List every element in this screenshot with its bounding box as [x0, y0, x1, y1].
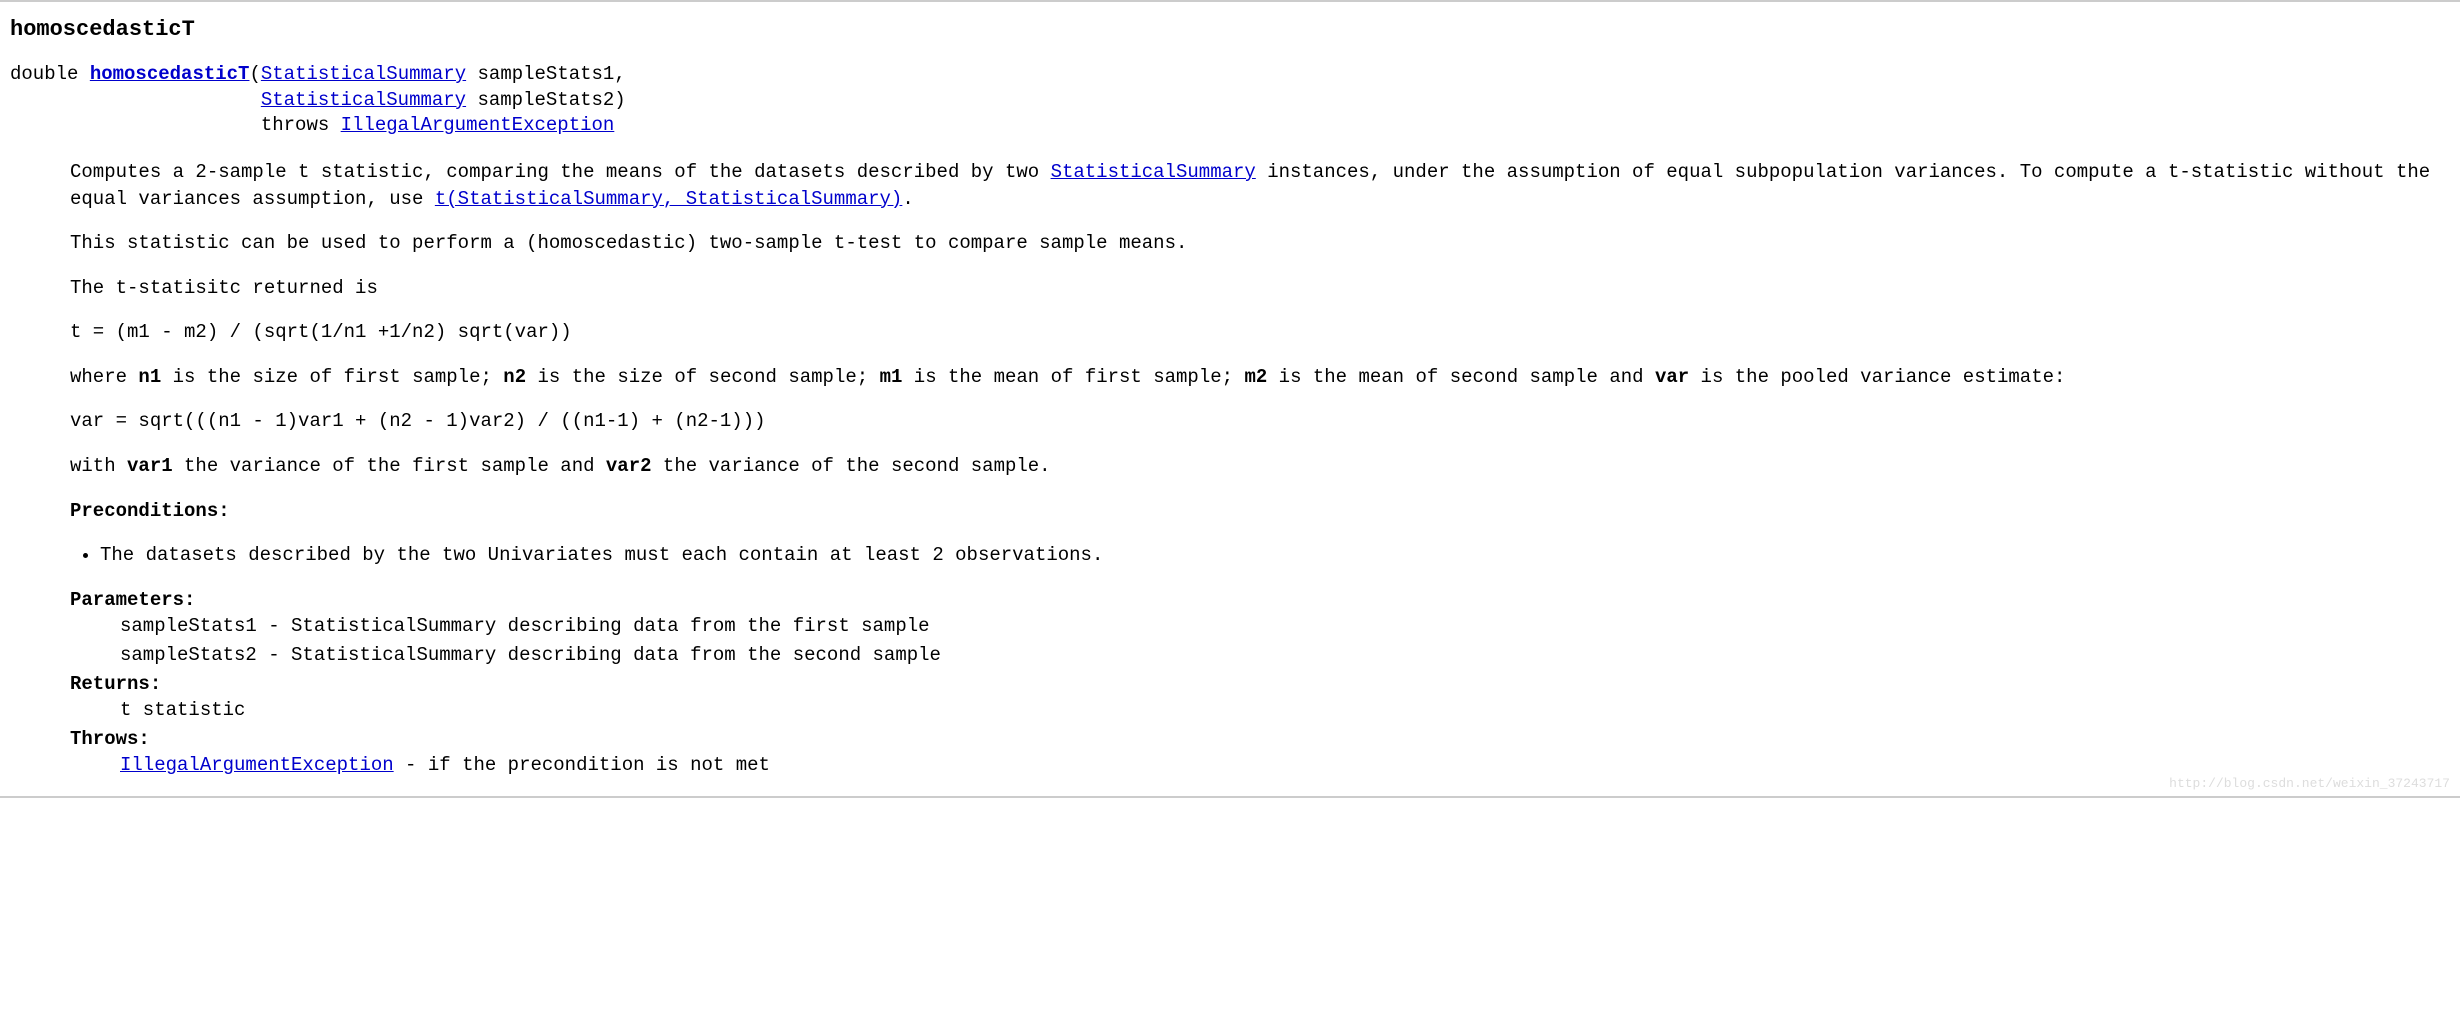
method-title: homoscedasticT [10, 17, 2450, 42]
statistical-summary-link[interactable]: StatisticalSummary [1051, 161, 1256, 183]
param2-type-link[interactable]: StatisticalSummary [261, 89, 466, 111]
throws-type-link[interactable]: IllegalArgumentException [341, 114, 615, 136]
parameter-2: sampleStats2 - StatisticalSummary descri… [120, 642, 2450, 669]
desc-paragraph-4: where n1 is the size of first sample; n2… [70, 364, 2450, 391]
precondition-item: The datasets described by the two Univar… [100, 542, 2450, 569]
definition-list: Parameters: sampleStats1 - StatisticalSu… [70, 587, 2450, 779]
parameter-1: sampleStats1 - StatisticalSummary descri… [120, 613, 2450, 640]
desc-text: the variance of the first sample and [173, 455, 606, 477]
desc-text: the variance of the second sample. [652, 455, 1051, 477]
param2-indent [10, 89, 261, 111]
param1-type-link[interactable]: StatisticalSummary [261, 63, 466, 85]
var-m1: m1 [880, 366, 903, 388]
method-signature: double homoscedasticT(StatisticalSummary… [10, 62, 2450, 139]
preconditions-list: The datasets described by the two Univar… [70, 542, 2450, 569]
illegal-argument-exception-link[interactable]: IllegalArgumentException [120, 754, 394, 776]
method-description: Computes a 2-sample t statistic, compari… [70, 159, 2450, 779]
t-method-link[interactable]: t(StatisticalSummary, StatisticalSummary… [435, 188, 902, 210]
desc-text: is the size of first sample; [161, 366, 503, 388]
desc-paragraph-3: The t-statisitc returned is [70, 275, 2450, 302]
throws-value: IllegalArgumentException - if the precon… [120, 752, 2450, 779]
desc-text: Computes a 2-sample t statistic, compari… [70, 161, 1051, 183]
desc-text: is the mean of first sample; [902, 366, 1244, 388]
method-name-link[interactable]: homoscedasticT [90, 63, 250, 85]
param1-name: sampleStats1, [466, 63, 626, 85]
throws-indent: throws [10, 114, 341, 136]
var-n1: n1 [138, 366, 161, 388]
var-var: var [1655, 366, 1689, 388]
desc-text: is the size of second sample; [526, 366, 879, 388]
desc-text: where [70, 366, 138, 388]
formula-t: t = (m1 - m2) / (sqrt(1/n1 +1/n2) sqrt(v… [70, 319, 2450, 346]
parameters-label: Parameters: [70, 587, 2450, 614]
var-var2: var2 [606, 455, 652, 477]
var-n2: n2 [503, 366, 526, 388]
throws-text: - if the precondition is not met [394, 754, 770, 776]
desc-paragraph-1: Computes a 2-sample t statistic, compari… [70, 159, 2450, 212]
desc-text: with [70, 455, 127, 477]
param2-name: sampleStats2) [466, 89, 626, 111]
javadoc-method-detail: homoscedasticT double homoscedasticT(Sta… [0, 0, 2460, 798]
var-m2: m2 [1244, 366, 1267, 388]
returns-value: t statistic [120, 697, 2450, 724]
preconditions-header: Preconditions: [70, 498, 2450, 525]
desc-text: is the pooled variance estimate: [1689, 366, 2065, 388]
var-var1: var1 [127, 455, 173, 477]
throws-label: Throws: [70, 726, 2450, 753]
desc-paragraph-2: This statistic can be used to perform a … [70, 230, 2450, 257]
watermark: http://blog.csdn.net/weixin_37243717 [2169, 776, 2450, 791]
open-paren: ( [249, 63, 260, 85]
formula-var: var = sqrt(((n1 - 1)var1 + (n2 - 1)var2)… [70, 408, 2450, 435]
desc-text: . [902, 188, 913, 210]
return-type: double [10, 63, 90, 85]
desc-text: is the mean of second sample and [1267, 366, 1655, 388]
returns-label: Returns: [70, 671, 2450, 698]
desc-paragraph-5: with var1 the variance of the first samp… [70, 453, 2450, 480]
